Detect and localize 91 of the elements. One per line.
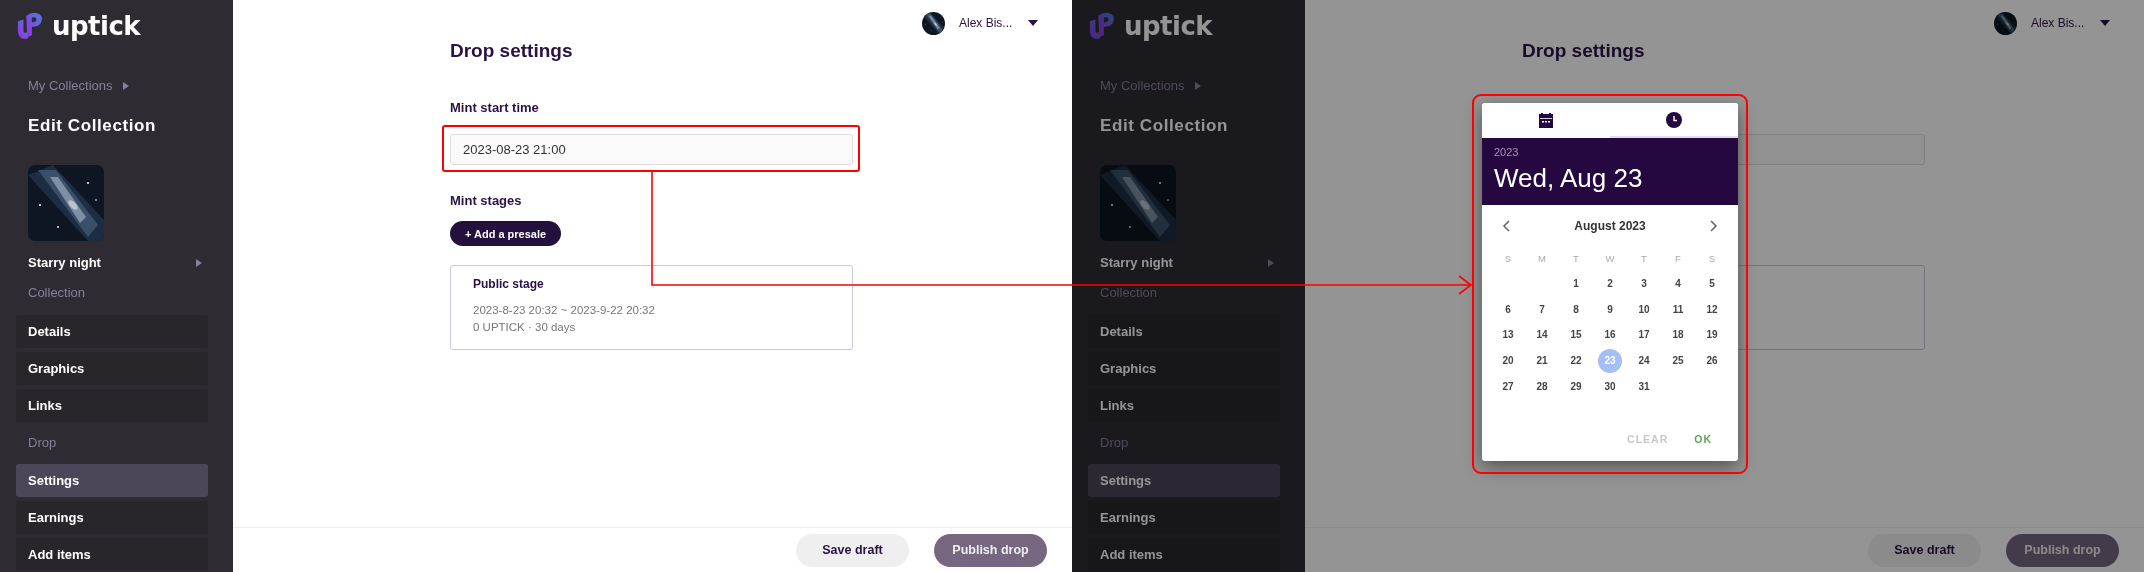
calendar-day[interactable]: 1 xyxy=(1564,271,1588,296)
sidebar-item[interactable]: Add items xyxy=(1088,538,1280,571)
calendar-day[interactable]: 31 xyxy=(1632,374,1656,399)
sidebar-item[interactable]: Links xyxy=(1088,389,1280,422)
chevron-right-icon[interactable] xyxy=(1710,220,1718,232)
calendar-day[interactable]: 10 xyxy=(1632,297,1656,322)
collection-name[interactable]: Starry night xyxy=(28,255,101,271)
calendar-day[interactable]: 5 xyxy=(1700,271,1724,296)
stage-title: Public stage xyxy=(473,276,545,292)
calendar-day[interactable]: 18 xyxy=(1666,323,1690,347)
caret-right-icon xyxy=(1268,259,1274,267)
sidebar-heading: Edit Collection xyxy=(28,116,157,136)
sidebar-item[interactable]: Details xyxy=(1088,315,1280,348)
sidebar-item[interactable]: Links xyxy=(16,389,208,422)
page-title: Drop settings xyxy=(1522,40,1646,62)
stage-details: 0 UPTICK · 30 days xyxy=(473,320,577,335)
sidebar-section-label: Drop xyxy=(28,435,58,451)
stage-dates: 2023-8-23 20:32 ~ 2023-9-22 20:32 xyxy=(473,303,656,318)
sidebar-item[interactable]: Add items xyxy=(16,538,208,571)
calendar-day[interactable]: 20 xyxy=(1496,348,1520,373)
year-label[interactable]: 2023 xyxy=(1494,146,1726,159)
weekday-label: M xyxy=(1537,251,1547,266)
weekday-label: S xyxy=(1707,251,1717,266)
calendar-day[interactable]: 26 xyxy=(1700,348,1724,373)
selected-date: Wed, Aug 23 xyxy=(1494,162,1644,195)
calendar-day[interactable]: 15 xyxy=(1564,323,1588,347)
clock-icon xyxy=(1666,111,1682,128)
calendar-day[interactable]: 17 xyxy=(1632,323,1656,347)
sidebar-item[interactable]: Earnings xyxy=(16,501,208,534)
calendar-day[interactable]: 22 xyxy=(1564,348,1588,373)
calendar-day[interactable]: 21 xyxy=(1530,348,1554,373)
weekday-label: T xyxy=(1640,251,1648,266)
weekday-label: W xyxy=(1604,251,1616,266)
sidebar-section-label: Drop xyxy=(1100,435,1130,451)
calendar-day[interactable]: 27 xyxy=(1496,374,1520,399)
sidebar-item[interactable]: Earnings xyxy=(1088,501,1280,534)
calendar-day[interactable]: 24 xyxy=(1632,348,1656,373)
date-time-field[interactable]: 2023-08-23 21:00 xyxy=(450,134,853,165)
calendar-day[interactable]: 4 xyxy=(1666,271,1690,296)
sidebar-item[interactable]: Details xyxy=(16,315,208,348)
calendar-day[interactable]: 13 xyxy=(1496,323,1520,347)
calendar-day[interactable]: 8 xyxy=(1564,297,1588,322)
sidebar-item[interactable]: Graphics xyxy=(16,352,208,385)
calendar-day[interactable]: 14 xyxy=(1530,323,1554,347)
weekday-label: F xyxy=(1674,251,1682,266)
calendar-day[interactable]: 25 xyxy=(1666,348,1690,373)
user-name[interactable]: Alex Bis... xyxy=(2031,16,2086,30)
sidebar-heading: Edit Collection xyxy=(1100,116,1229,136)
picker-tab[interactable] xyxy=(1610,103,1738,138)
caret-right-icon xyxy=(196,259,202,267)
logo-text: uptick xyxy=(52,12,141,40)
collection-type: Collection xyxy=(28,285,87,301)
calendar-day[interactable]: 11 xyxy=(1666,297,1690,322)
calendar-day[interactable]: 3 xyxy=(1632,271,1656,296)
calendar-day[interactable]: 19 xyxy=(1700,323,1724,347)
calendar-day[interactable]: 30 xyxy=(1598,374,1622,399)
add-presale-button[interactable]: + Add a presale xyxy=(450,221,561,246)
field-label: Mint start time xyxy=(450,100,540,116)
calendar-day[interactable]: 9 xyxy=(1598,297,1622,322)
weekday-label: T xyxy=(1572,251,1580,266)
publish-button[interactable]: Publish drop xyxy=(934,533,1047,567)
calendar-day[interactable]: 28 xyxy=(1530,374,1554,399)
calendar-day[interactable]: 12 xyxy=(1700,297,1724,322)
logo-icon xyxy=(1088,11,1116,41)
collection-type: Collection xyxy=(1100,285,1159,301)
month-label: August 2023 xyxy=(1574,219,1646,233)
save-draft-button[interactable]: Save draft xyxy=(1868,533,1981,567)
stage-card[interactable]: Public stage 2023-8-23 20:32 ~ 2023-9-22 20:32 0 UPTICK · 30 days xyxy=(450,265,853,350)
breadcrumb-link[interactable]: My Collections xyxy=(28,78,113,94)
calendar-day[interactable]: 6 xyxy=(1496,297,1520,322)
sidebar-item[interactable]: Settings xyxy=(1088,464,1280,497)
calendar-icon xyxy=(1538,111,1554,128)
sidebar-item[interactable]: Settings xyxy=(16,464,208,497)
dropdown-caret-icon[interactable] xyxy=(1028,20,1038,26)
logo-icon xyxy=(16,11,44,41)
calendar-day[interactable]: 29 xyxy=(1564,374,1588,399)
section-label: Mint stages xyxy=(450,193,523,209)
sidebar-item[interactable]: Graphics xyxy=(1088,352,1280,385)
logo-text: uptick xyxy=(1124,12,1213,40)
chevron-left-icon[interactable] xyxy=(1502,220,1510,232)
caret-right-icon xyxy=(1194,82,1201,90)
caret-right-icon xyxy=(122,82,129,90)
user-name[interactable]: Alex Bis... xyxy=(959,16,1014,30)
collection-name[interactable]: Starry night xyxy=(1100,255,1173,271)
calendar-day[interactable]: 7 xyxy=(1530,297,1554,322)
page-title: Drop settings xyxy=(450,40,574,62)
calendar-day[interactable]: 2 xyxy=(1598,271,1622,296)
dropdown-caret-icon[interactable] xyxy=(2100,20,2110,26)
calendar-day[interactable]: 16 xyxy=(1598,323,1622,347)
weekday-label: S xyxy=(1503,251,1513,266)
save-draft-button[interactable]: Save draft xyxy=(796,533,909,567)
